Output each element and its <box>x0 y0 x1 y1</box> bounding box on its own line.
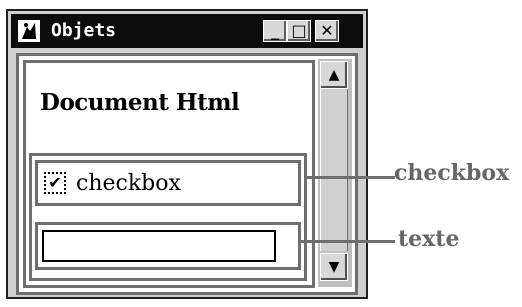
document-heading: Document Html <box>40 89 240 116</box>
scroll-thumb[interactable] <box>320 89 348 251</box>
document-frame: Document Html ✔ checkbox <box>23 60 315 288</box>
window: Objets _ □ ✕ Document Html ✔ checkbox ▲ … <box>6 9 368 299</box>
text-input[interactable] <box>42 230 276 262</box>
texte-callout-label: texte <box>398 226 460 252</box>
title-bar[interactable]: Objets _ □ ✕ <box>11 14 363 48</box>
maximize-button[interactable]: □ <box>287 20 311 42</box>
checkbox-callout-label: checkbox <box>394 160 510 186</box>
checkbox-input[interactable]: ✔ <box>44 172 66 194</box>
scroll-down-button[interactable]: ▼ <box>320 253 348 281</box>
vertical-scrollbar[interactable]: ▲ ▼ <box>318 59 352 287</box>
checkbox-frame: ✔ checkbox <box>35 160 301 206</box>
checkbox-callout-line <box>305 176 395 179</box>
app-icon <box>18 20 40 42</box>
client-area: Document Html ✔ checkbox ▲ ▼ <box>16 53 358 295</box>
form-group: ✔ checkbox <box>29 153 307 281</box>
texte-callout-line <box>300 240 395 243</box>
close-button[interactable]: ✕ <box>315 20 339 42</box>
window-title: Objets <box>51 20 117 41</box>
scroll-up-button[interactable]: ▲ <box>320 61 348 89</box>
minimize-button[interactable]: _ <box>263 20 287 42</box>
checkbox-label: checkbox <box>76 171 181 196</box>
text-frame <box>35 222 301 270</box>
